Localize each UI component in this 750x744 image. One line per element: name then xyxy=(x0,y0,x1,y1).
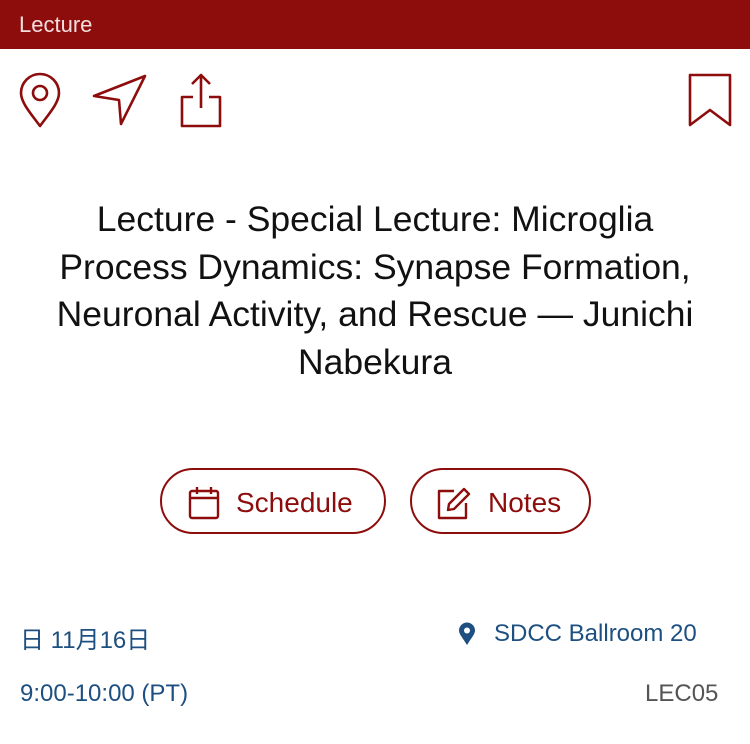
schedule-button[interactable]: Schedule xyxy=(160,468,386,534)
schedule-button-label: Schedule xyxy=(236,487,353,518)
calendar-icon xyxy=(188,487,220,520)
send-icon[interactable] xyxy=(90,72,150,128)
category-header-bar: Lecture xyxy=(0,0,750,49)
session-title: Lecture - Special Lecture: Microglia Pro… xyxy=(56,199,694,382)
session-location: SDCC Ballroom 20 xyxy=(494,620,697,647)
edit-note-icon xyxy=(437,487,471,520)
notes-button[interactable]: Notes xyxy=(410,468,591,534)
location-pin-icon xyxy=(459,622,475,645)
share-icon[interactable] xyxy=(178,72,224,128)
session-date: 日 11月16日 xyxy=(20,627,151,654)
bookmark-icon[interactable] xyxy=(686,72,734,128)
session-time: 9:00-10:00 (PT) xyxy=(20,680,189,707)
notes-button-label: Notes xyxy=(488,487,562,518)
category-label: Lecture xyxy=(19,12,93,37)
map-pin-icon[interactable] xyxy=(18,72,62,130)
session-code: LEC05 xyxy=(645,680,719,707)
